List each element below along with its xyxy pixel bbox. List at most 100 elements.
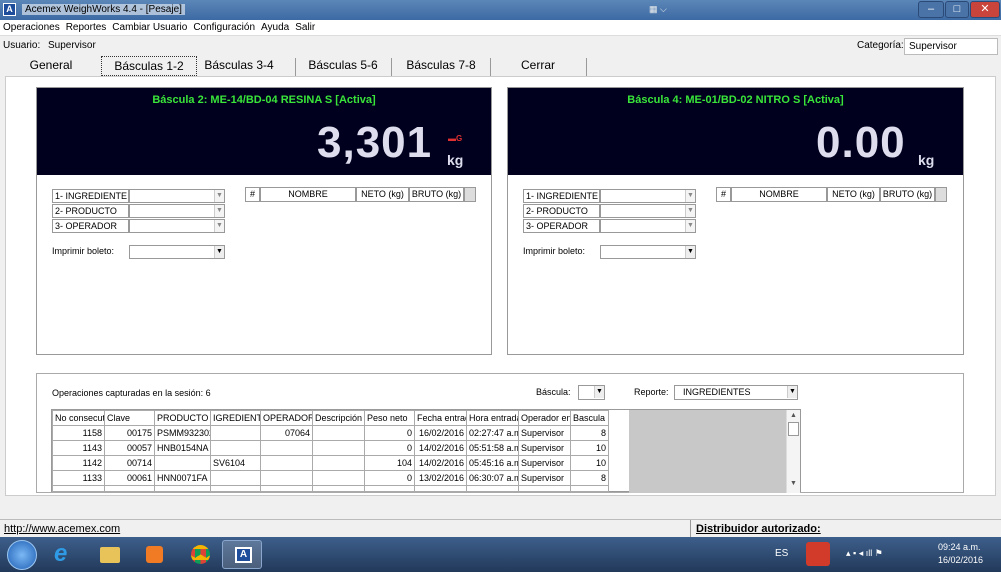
menu-ayuda[interactable]: Ayuda (258, 20, 292, 36)
chevron-down-icon: ▼ (214, 246, 224, 258)
table-cell (312, 470, 365, 486)
bascula-label: Báscula: (536, 387, 571, 397)
table-cell: 8 (570, 470, 609, 486)
scale-panel-right: Báscula 4: ME-01/BD-02 NITRO S [Activa] … (507, 87, 964, 355)
table-cell: 14/02/2016 (414, 440, 467, 456)
table-cell: 05:51:58 a.m. (466, 440, 519, 456)
title-bar-grid-icon[interactable]: ▦ ⌵ (649, 4, 689, 17)
menu-reportes[interactable]: Reportes (63, 20, 110, 36)
print-label-left: Imprimir boleto: (52, 246, 115, 256)
table-row[interactable]: 1158 00175 PSMM932302 07064 0 16/02/2016 02:27… (52, 425, 609, 441)
column-header[interactable]: Clave (104, 410, 155, 426)
table-cell: 13/02/2016 (414, 470, 467, 486)
tab-basculas-7-8[interactable]: Básculas 7-8 (398, 56, 484, 76)
operador-select-right[interactable]: ▼ (600, 219, 696, 233)
media-player-icon[interactable] (134, 540, 174, 569)
start-button[interactable] (7, 540, 37, 570)
table-cell: 10 (570, 455, 609, 471)
column-header[interactable]: Operador entrada (518, 410, 571, 426)
tab-basculas-5-6[interactable]: Básculas 5-6 (303, 56, 383, 76)
bascula-select[interactable]: ▼ (578, 385, 605, 400)
table-cell: PSMM932302 (154, 425, 211, 441)
table-cell: 16/02/2016 (414, 425, 467, 441)
operations-grid[interactable]: No consecutivoClavePRODUCTOIGREDIENTEOPE… (51, 409, 801, 493)
table-cell (260, 470, 313, 486)
chrome-icon[interactable] (180, 540, 220, 569)
content-area: Báscula 2: ME-14/BD-04 RESINA S [Activa]… (5, 76, 996, 496)
print-label-right: Imprimir boleto: (523, 246, 586, 256)
scale-display-right: Báscula 4: ME-01/BD-02 NITRO S [Activa] … (508, 88, 963, 175)
column-header[interactable]: Descripción 3 (312, 410, 365, 426)
reporte-label: Reporte: (634, 387, 669, 397)
menu-bar: Operaciones Reportes Cambiar Usuario Config… (0, 20, 1001, 36)
table-cell: HNN0071FA (154, 470, 211, 486)
table-row[interactable]: 1133 00061 HNN0071FA 0 13/02/2016 06:30:07 a.… (52, 470, 609, 486)
table-row[interactable]: 114200714 SV6104 10414/02/201605:45:16 a.m… (52, 455, 609, 471)
producto-select-left[interactable]: ▼ (129, 204, 225, 218)
app-icon: A (3, 3, 16, 16)
column-header[interactable]: No consecutivo (52, 410, 105, 426)
field-operador-right: 3- OPERADOR (523, 219, 600, 233)
column-header[interactable]: Bascula (570, 410, 609, 426)
menu-salir[interactable]: Salir (292, 20, 318, 36)
category-label: Categoría: (857, 40, 904, 51)
menu-operaciones[interactable]: Operaciones (0, 20, 63, 36)
tab-basculas-1-2[interactable]: Básculas 1-2 (101, 56, 197, 76)
chevron-down-icon: ▼ (214, 220, 224, 232)
ingrediente-select-left[interactable]: ▼ (129, 189, 225, 203)
weighworks-taskbar-icon[interactable]: A (222, 540, 262, 569)
session-count: Operaciones capturadas en la sesión: 6 (52, 388, 211, 398)
table-cell: 104 (364, 455, 415, 471)
tab-general[interactable]: General (20, 56, 82, 76)
chevron-down-icon: ▼ (214, 190, 224, 202)
chevron-down-icon: ▼ (594, 386, 604, 398)
column-header[interactable]: IGREDIENTE (210, 410, 261, 426)
scale-title-right: Báscula 4: ME-01/BD-02 NITRO S [Activa] (627, 94, 844, 106)
website-link[interactable]: http://www.acemex.com (4, 523, 120, 535)
table-cell (260, 455, 313, 471)
menu-configuracion[interactable]: Configuración (190, 20, 258, 36)
tab-basculas-3-4[interactable]: Básculas 3-4 (200, 56, 278, 76)
notification-app-icon[interactable] (806, 542, 830, 566)
column-header[interactable]: Peso neto (364, 410, 415, 426)
maximize-button[interactable]: □ (945, 1, 969, 18)
table-cell: 00057 (104, 440, 155, 456)
ingrediente-select-right[interactable]: ▼ (600, 189, 696, 203)
table-cell: 14/02/2016 (414, 455, 467, 471)
mini-col-nombre-right: NOMBRE (731, 187, 827, 202)
minimize-button[interactable]: – (918, 1, 944, 18)
taskbar: e A ES ▴ ▪ ◂ ıll ⚑ 09:24 a.m. 16/02/2016 (0, 537, 1001, 572)
table-cell: Supervisor (518, 440, 571, 456)
column-header[interactable]: OPERADOR (260, 410, 313, 426)
column-header[interactable]: Hora entrada (466, 410, 519, 426)
explorer-icon[interactable] (89, 540, 129, 569)
ie-icon[interactable]: e (44, 540, 84, 569)
producto-select-right[interactable]: ▼ (600, 204, 696, 218)
operador-select-left[interactable]: ▼ (129, 219, 225, 233)
table-cell (210, 470, 261, 486)
print-select-left[interactable]: ▼ (129, 245, 225, 259)
table-cell: 00714 (104, 455, 155, 471)
clock-time[interactable]: 09:24 a.m. (938, 542, 981, 552)
chevron-down-icon: ▼ (214, 205, 224, 217)
table-cell (312, 440, 365, 456)
close-button[interactable]: ✕ (970, 1, 1000, 18)
tab-cerrar[interactable]: Cerrar (505, 56, 571, 76)
tray-icons[interactable]: ▴ ▪ ◂ ıll ⚑ (846, 548, 883, 559)
mini-col-num-right: # (716, 187, 731, 202)
column-header[interactable]: PRODUCTO (154, 410, 211, 426)
column-header[interactable]: Fecha entrada (414, 410, 467, 426)
distributor-label: Distribuidor autorizado: (696, 523, 821, 535)
print-select-right[interactable]: ▼ (600, 245, 696, 259)
clock-date[interactable]: 16/02/2016 (938, 555, 983, 565)
table-cell: 10 (570, 440, 609, 456)
field-ingrediente-left: 1- INGREDIENTE (52, 189, 129, 203)
grid-scrollbar[interactable]: ▲ ▼ (786, 410, 800, 493)
menu-cambiar-usuario[interactable]: Cambiar Usuario (109, 20, 190, 36)
table-cell: Supervisor (518, 455, 571, 471)
table-cell: Supervisor (518, 425, 571, 441)
reporte-select[interactable]: INGREDIENTES ▼ (674, 385, 798, 400)
table-row-empty (52, 485, 609, 492)
language-indicator[interactable]: ES (775, 548, 788, 559)
table-row[interactable]: 1143 00057 HNB0154NA 0 14/02/2016 05:51:58 a.… (52, 440, 609, 456)
